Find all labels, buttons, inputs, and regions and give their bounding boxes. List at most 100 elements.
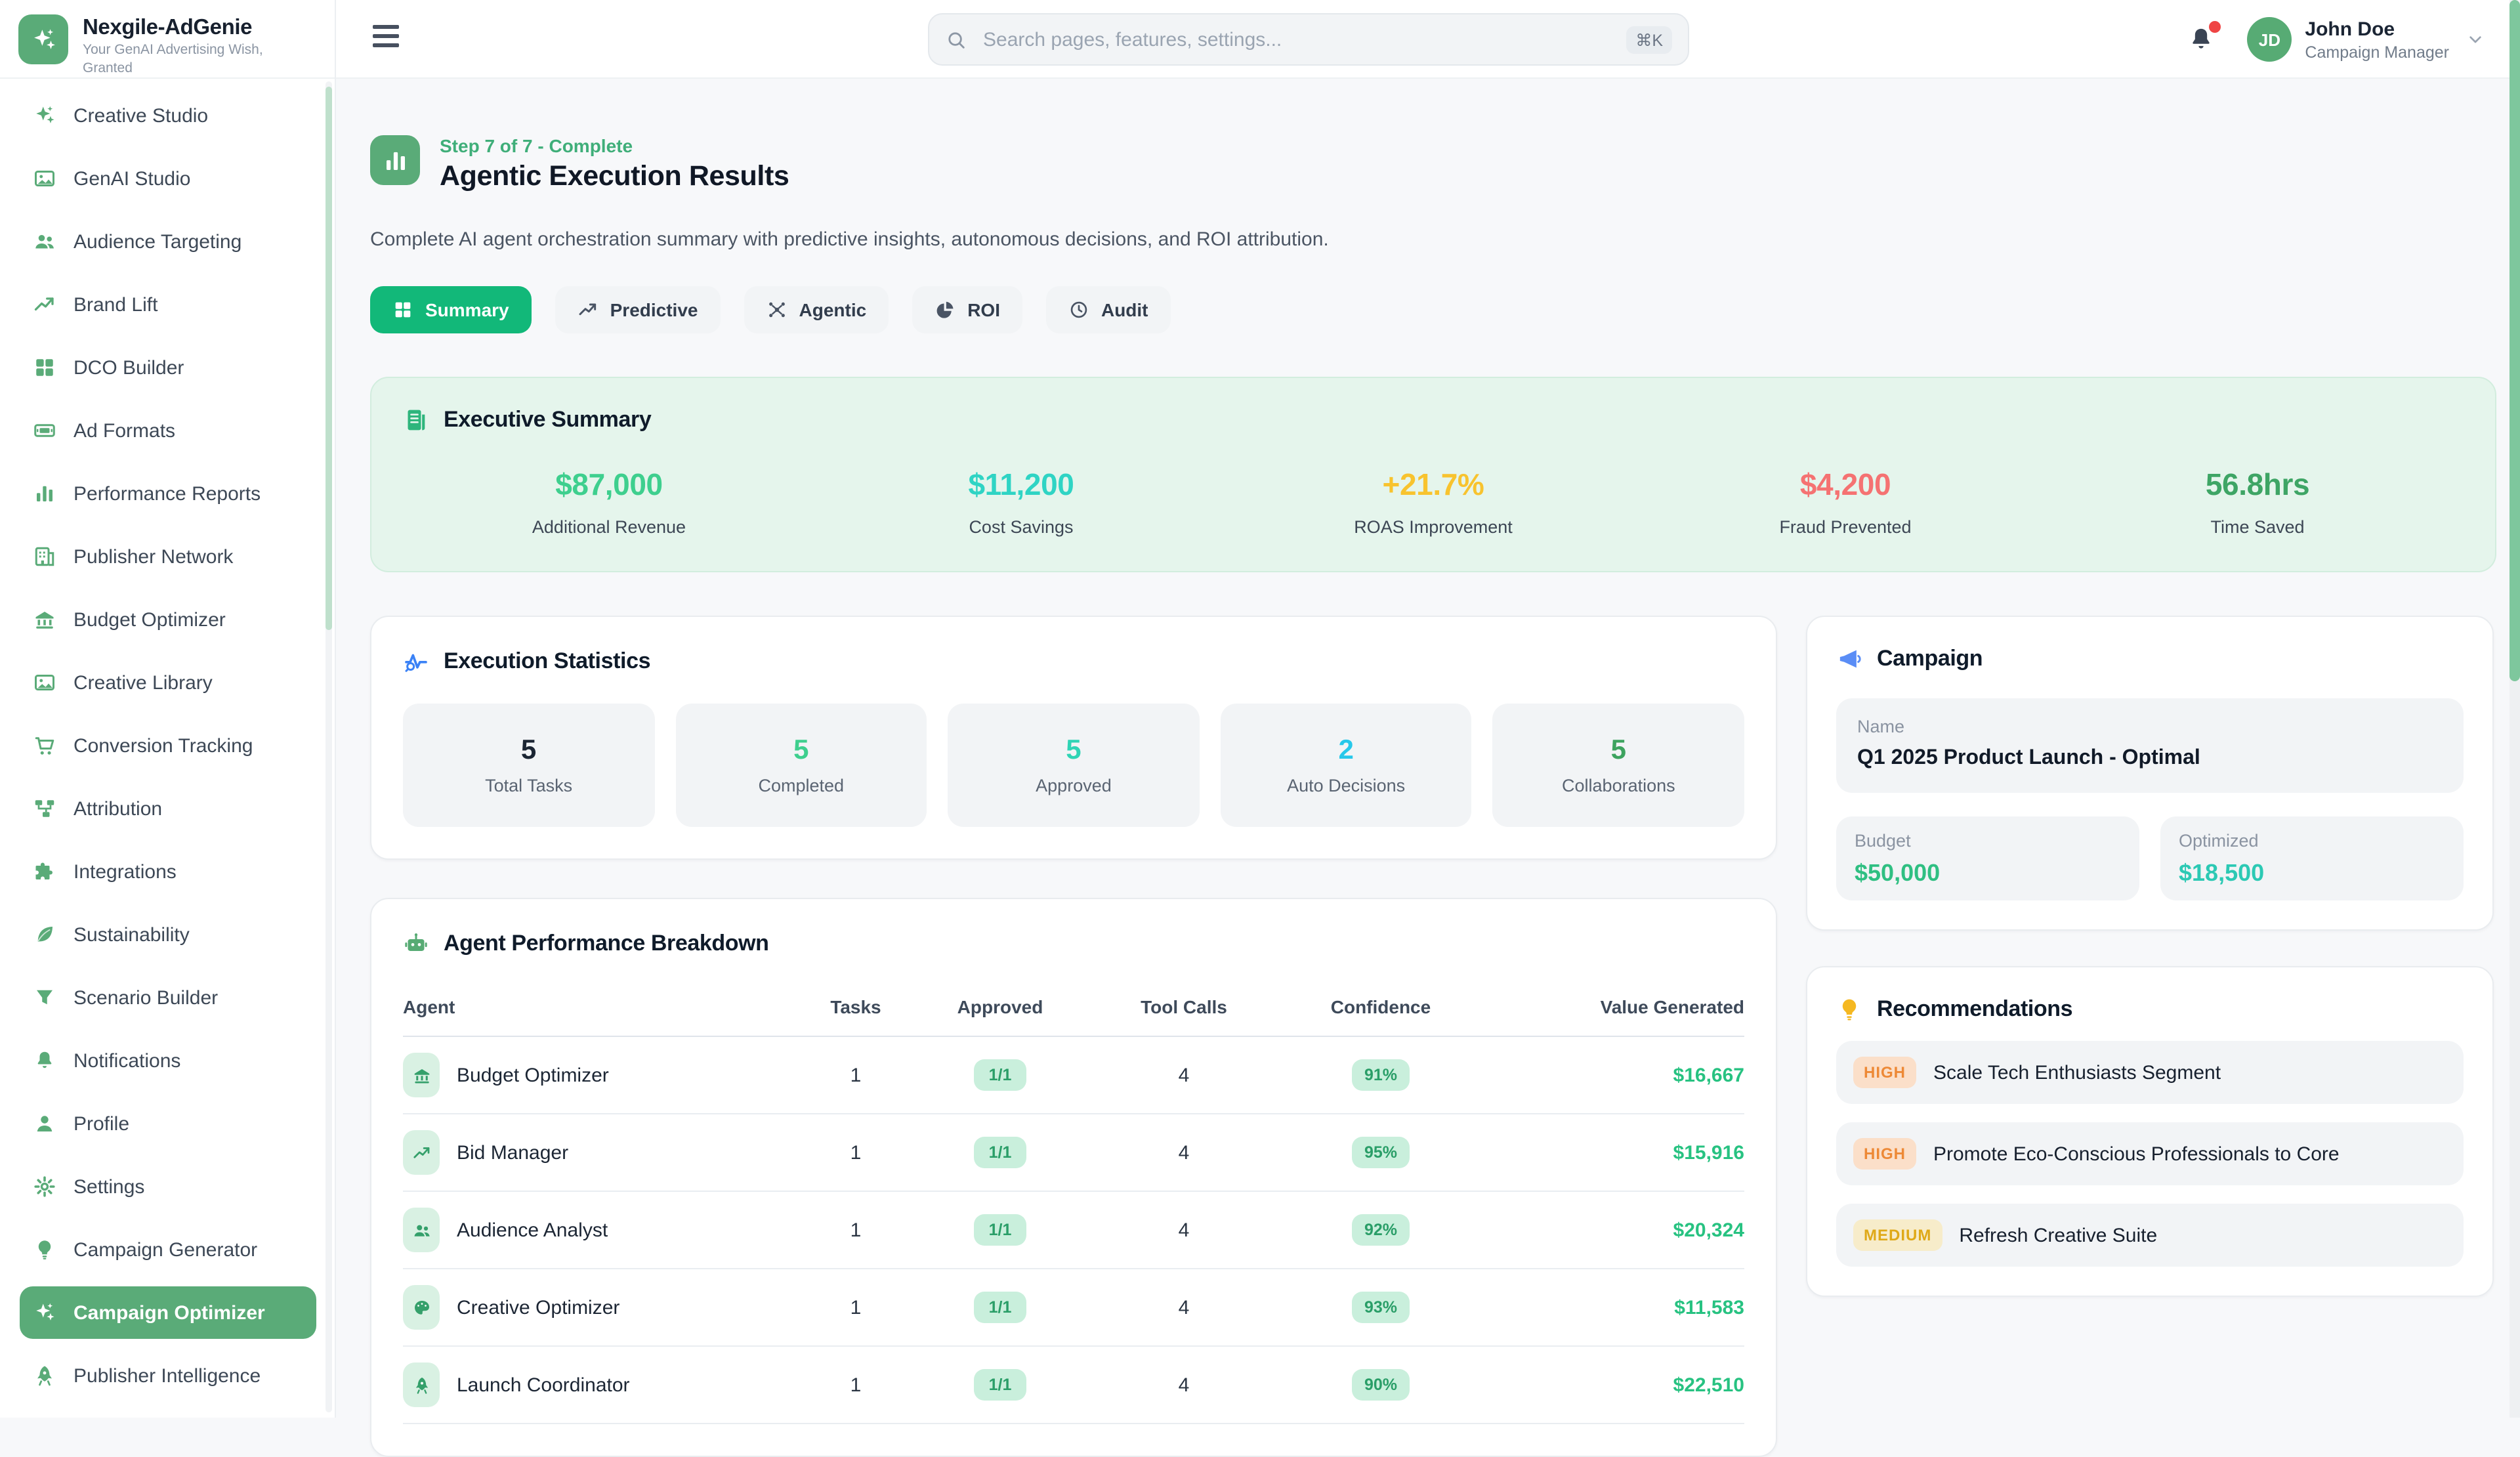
- confidence-badge: 91%: [1353, 1059, 1409, 1091]
- trending-up-icon: [403, 1130, 440, 1175]
- grid-icon: [392, 299, 413, 320]
- priority-badge: MEDIUM: [1853, 1219, 1942, 1251]
- sidebar-item-integrations[interactable]: Integrations: [20, 845, 316, 898]
- sidebar-scrollbar[interactable]: [326, 87, 332, 630]
- sidebar-item-brand-lift[interactable]: Brand Lift: [20, 278, 316, 331]
- brand: Nexgile-AdGenie Your GenAI Advertising W…: [0, 0, 335, 79]
- table-row: Launch Coordinator 1 1/1 4 90% $22,510: [403, 1347, 1744, 1424]
- confidence-badge: 95%: [1353, 1137, 1409, 1168]
- recommendations-card: Recommendations HIGH Scale Tech Enthusia…: [1806, 966, 2494, 1297]
- sidebar-item-scenario-builder[interactable]: Scenario Builder: [20, 971, 316, 1024]
- megaphone-icon: [1836, 646, 1862, 672]
- executive-summary-title: Executive Summary: [444, 407, 651, 433]
- bulb-icon: [33, 1238, 56, 1261]
- stat-approved: 5 Approved: [948, 704, 1199, 827]
- puzzle-icon: [33, 860, 56, 883]
- recommendation-item[interactable]: MEDIUM Refresh Creative Suite: [1836, 1204, 2464, 1267]
- campaign-title: Campaign: [1877, 646, 1983, 672]
- menu-toggle-button[interactable]: [373, 25, 399, 54]
- sidebar-item-notifications[interactable]: Notifications: [20, 1034, 316, 1087]
- agent-performance-title: Agent Performance Breakdown: [444, 931, 769, 957]
- sidebar-item-audience-targeting[interactable]: Audience Targeting: [20, 215, 316, 268]
- users-icon: [33, 230, 56, 253]
- agent-table: Agent Tasks Approved Tool Calls Confiden…: [403, 996, 1744, 1424]
- tab-audit[interactable]: Audit: [1046, 286, 1171, 333]
- agent-performance-card: Agent Performance Breakdown Agent Tasks …: [370, 898, 1777, 1457]
- bank-icon: [33, 608, 56, 631]
- metric-fraud-prevented: $4,200 Fraud Prevented: [1639, 467, 2051, 537]
- rocket-icon: [33, 1364, 56, 1387]
- app-title: Nexgile-AdGenie: [83, 16, 286, 39]
- tab-summary[interactable]: Summary: [370, 286, 532, 333]
- main-content: Step 7 of 7 - Complete Agentic Execution…: [336, 79, 2520, 1418]
- network-icon: [766, 299, 788, 320]
- approved-badge: 1/1: [974, 1292, 1026, 1323]
- palette-icon: [403, 1285, 440, 1330]
- tab-predictive[interactable]: Predictive: [555, 286, 721, 333]
- app-root: Nexgile-AdGenie Your GenAI Advertising W…: [0, 0, 2520, 1418]
- leaf-icon: [33, 923, 56, 946]
- sparkles-icon: [33, 1301, 56, 1324]
- document-icon: [403, 407, 429, 433]
- bulb-icon: [1836, 996, 1862, 1023]
- step-label: Step 7 of 7 - Complete: [440, 135, 789, 156]
- sidebar: Nexgile-AdGenie Your GenAI Advertising W…: [0, 0, 336, 1418]
- sidebar-item-campaign-generator[interactable]: Campaign Generator: [20, 1223, 316, 1276]
- sidebar-item-attribution[interactable]: Attribution: [20, 782, 316, 835]
- sidebar-item-publisher-network[interactable]: Publisher Network: [20, 530, 316, 583]
- bar-chart-icon: [381, 146, 409, 174]
- tab-roi[interactable]: ROI: [912, 286, 1022, 333]
- app-logo: [18, 14, 68, 64]
- bell-icon: [33, 1049, 56, 1072]
- execution-statistics-card: Execution Statistics 5 Total Tasks 5 Com…: [370, 616, 1777, 860]
- table-header-row: Agent Tasks Approved Tool Calls Confiden…: [403, 996, 1744, 1037]
- sidebar-item-budget-optimizer[interactable]: Budget Optimizer: [20, 593, 316, 646]
- sidebar-item-performance-reports[interactable]: Performance Reports: [20, 467, 316, 520]
- sparkles-icon: [30, 26, 57, 53]
- metric-cost-savings: $11,200 Cost Savings: [815, 467, 1227, 537]
- trending-up-icon: [33, 293, 56, 316]
- sidebar-item-campaign-optimizer[interactable]: Campaign Optimizer: [20, 1286, 316, 1339]
- priority-badge: HIGH: [1853, 1138, 1916, 1170]
- table-row: Bid Manager 1 1/1 4 95% $15,916: [403, 1114, 1744, 1192]
- sidebar-item-profile[interactable]: Profile: [20, 1097, 316, 1150]
- users-icon: [403, 1208, 440, 1252]
- confidence-badge: 92%: [1353, 1214, 1409, 1246]
- sidebar-item-settings[interactable]: Settings: [20, 1160, 316, 1213]
- pie-chart-icon: [934, 299, 956, 320]
- sidebar-item-genai-studio[interactable]: GenAI Studio: [20, 152, 316, 205]
- campaign-card: Campaign Name Q1 2025 Product Launch - O…: [1806, 616, 2494, 931]
- page-header-icon: [370, 135, 420, 185]
- sidebar-item-publisher-intelligence[interactable]: Publisher Intelligence: [20, 1349, 316, 1402]
- sidebar-item-conversion-tracking[interactable]: Conversion Tracking: [20, 719, 316, 772]
- page-scrollbar[interactable]: [2510, 0, 2520, 681]
- sparkles-icon: [33, 104, 56, 127]
- sidebar-item-creative-studio[interactable]: Creative Studio: [20, 89, 316, 142]
- avatar: JD: [2247, 17, 2292, 62]
- sidebar-item-dco-builder[interactable]: DCO Builder: [20, 341, 316, 394]
- building-icon: [33, 545, 56, 568]
- notification-dot: [2209, 21, 2221, 33]
- search-input[interactable]: [980, 27, 1626, 52]
- campaign-optimized-box: Optimized $18,500: [2160, 816, 2464, 900]
- user-name: John Doe: [2305, 18, 2449, 41]
- search-shortcut-badge: ⌘K: [1626, 26, 1672, 53]
- recommendation-item[interactable]: HIGH Scale Tech Enthusiasts Segment: [1836, 1041, 2464, 1104]
- image-icon: [33, 167, 56, 190]
- executive-summary-card: Executive Summary $87,000 Additional Rev…: [370, 377, 2496, 572]
- page-header: Step 7 of 7 - Complete Agentic Execution…: [370, 135, 2496, 193]
- notifications-button[interactable]: [2187, 25, 2216, 54]
- user-icon: [33, 1112, 56, 1135]
- user-menu[interactable]: JD John Doe Campaign Manager: [2247, 17, 2486, 62]
- recommendation-item[interactable]: HIGH Promote Eco-Conscious Professionals…: [1836, 1122, 2464, 1185]
- tab-agentic[interactable]: Agentic: [744, 286, 889, 333]
- metric-additional-revenue: $87,000 Additional Revenue: [403, 467, 815, 537]
- table-row: Creative Optimizer 1 1/1 4 93% $11,583: [403, 1269, 1744, 1347]
- sidebar-item-creative-library[interactable]: Creative Library: [20, 656, 316, 709]
- sidebar-item-ad-formats[interactable]: Ad Formats: [20, 404, 316, 457]
- table-row: Audience Analyst 1 1/1 4 92% $20,324: [403, 1192, 1744, 1269]
- search-icon: [945, 28, 967, 51]
- history-clock-icon: [1068, 299, 1089, 320]
- sidebar-item-sustainability[interactable]: Sustainability: [20, 908, 316, 961]
- global-search[interactable]: ⌘K: [928, 13, 1689, 66]
